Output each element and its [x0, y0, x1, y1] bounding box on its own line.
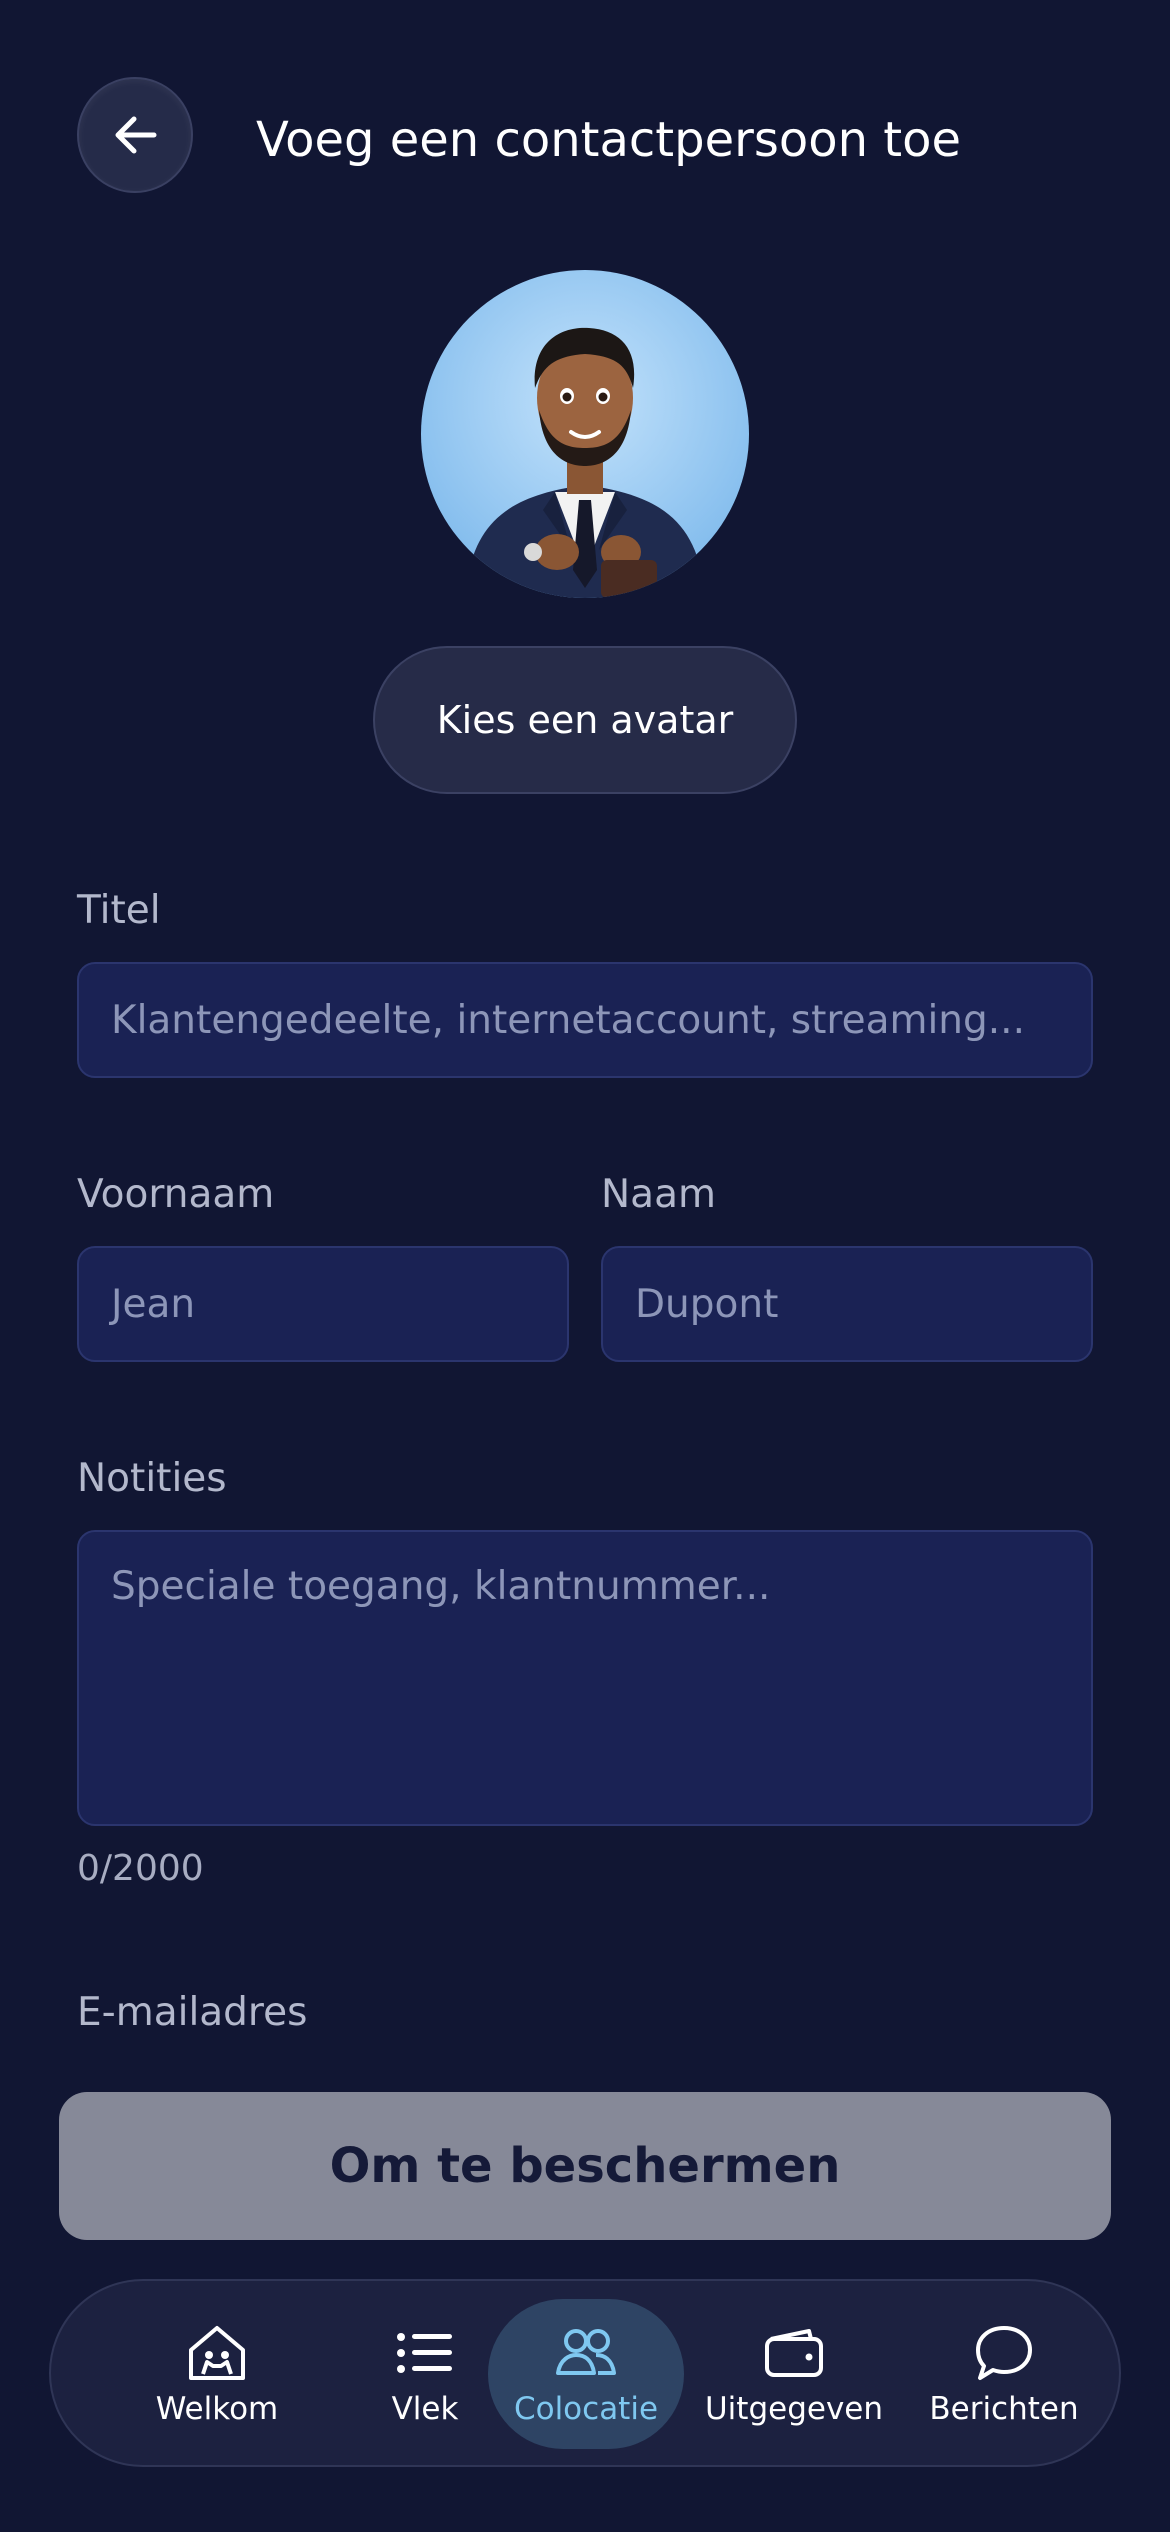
tab-label: Colocatie — [513, 2391, 659, 2427]
bottom-tab-bar: Welkom Vlek Colocatie Uitgegeven Bericht… — [49, 2279, 1121, 2467]
choose-avatar-button[interactable]: Kies een avatar — [373, 646, 797, 794]
first-name-input[interactable]: Jean — [77, 1246, 569, 1362]
page-title: Voeg een contactpersoon toe — [256, 112, 961, 168]
arrow-left-icon — [115, 116, 157, 154]
notes-character-counter: 0/2000 — [77, 1848, 204, 1889]
back-button[interactable] — [77, 77, 193, 193]
title-input[interactable]: Klantengedeelte, internetaccount, stream… — [77, 962, 1093, 1078]
people-icon — [554, 2321, 618, 2385]
chat-icon — [974, 2321, 1034, 2385]
email-label: E-mailadres — [77, 1990, 308, 2035]
notes-label: Notities — [77, 1456, 227, 1501]
tab-label: Berichten — [929, 2391, 1079, 2427]
last-name-label: Naam — [601, 1172, 716, 1217]
tab-label: Welkom — [155, 2391, 279, 2427]
last-name-input[interactable]: Dupont — [601, 1246, 1093, 1362]
title-label: Titel — [77, 888, 161, 933]
tab-label: Vlek — [391, 2391, 459, 2427]
notes-textarea[interactable]: Speciale toegang, klantnummer... — [77, 1530, 1093, 1826]
tab-welkom[interactable]: Welkom — [119, 2299, 315, 2449]
tab-label: Uitgegeven — [704, 2391, 884, 2427]
wallet-icon — [763, 2321, 825, 2385]
save-button[interactable]: Om te beschermen — [59, 2092, 1111, 2240]
list-icon — [396, 2321, 454, 2385]
tab-berichten[interactable]: Berichten — [906, 2299, 1102, 2449]
first-name-label: Voornaam — [77, 1172, 275, 1217]
add-contact-screen: Voeg een contactpersoon toe Kies een ava… — [0, 0, 1170, 2532]
tab-uitgegeven[interactable]: Uitgegeven — [696, 2299, 892, 2449]
tab-colocatie[interactable]: Colocatie — [488, 2299, 684, 2449]
home-icon — [185, 2321, 249, 2385]
avatar[interactable] — [421, 270, 749, 598]
